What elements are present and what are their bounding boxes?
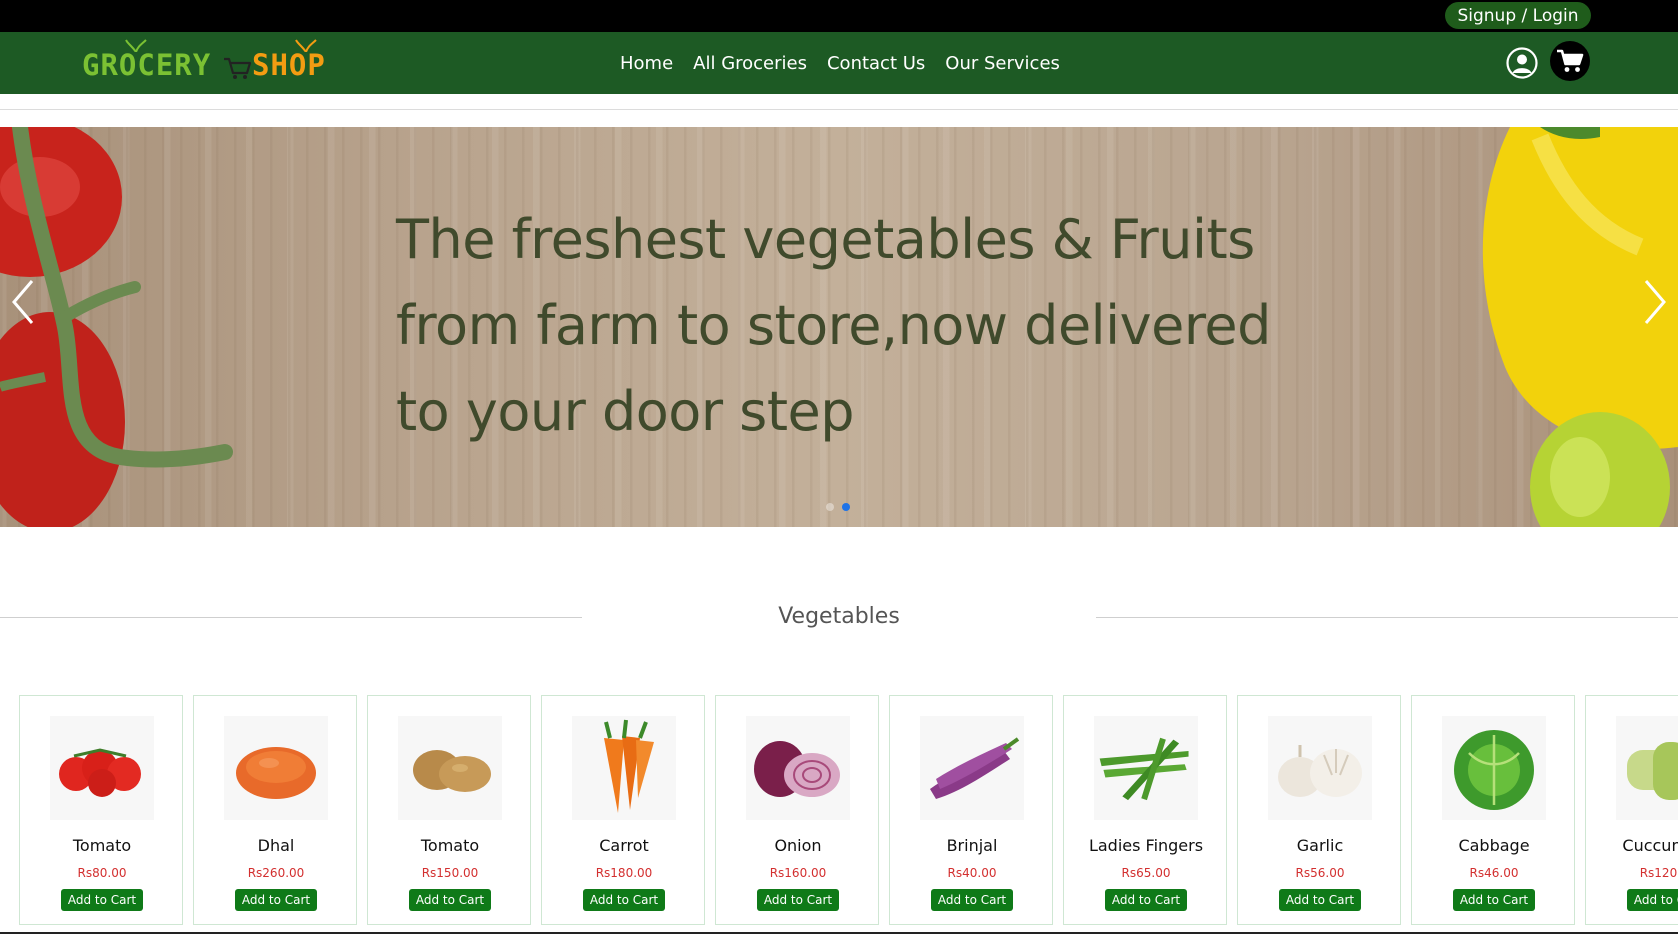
hero-line-1: The freshest vegetables & Fruits (396, 208, 1255, 271)
product-price: Rs80.00 (77, 866, 127, 880)
product-card[interactable]: Dhal Rs260.00 Add to Cart (193, 695, 357, 925)
hero-line-3: to your door step (396, 380, 855, 443)
user-circle-icon[interactable] (1506, 47, 1538, 79)
signup-login-button[interactable]: Signup / Login (1445, 2, 1591, 29)
okra-icon (1094, 716, 1198, 820)
cabbage-icon (1442, 716, 1546, 820)
onion-icon (746, 716, 850, 820)
potato-icon (398, 716, 502, 820)
section-divider-left (0, 617, 582, 618)
product-name: Dhal (257, 836, 295, 855)
garlic-icon (1268, 716, 1372, 820)
product-name: Ladies Fingers (1088, 836, 1204, 855)
product-name: Cabbage (1458, 836, 1530, 855)
add-to-cart-button[interactable]: Add to Cart (61, 889, 143, 911)
carousel-prev-icon[interactable] (8, 277, 38, 327)
product-price: Rs40.00 (947, 866, 997, 880)
site-logo[interactable]: GROCERY SHOP (80, 38, 340, 88)
product-card[interactable]: Garlic Rs56.00 Add to Cart (1237, 695, 1401, 925)
add-to-cart-button[interactable]: Add to Cart (235, 889, 317, 911)
product-card[interactable]: Ladies Fingers Rs65.00 Add to Cart (1063, 695, 1227, 925)
product-price: Rs260.00 (247, 866, 305, 880)
nav-home[interactable]: Home (620, 53, 673, 74)
add-to-cart-button[interactable]: Add to Cart (757, 889, 839, 911)
product-price: Rs46.00 (1469, 866, 1519, 880)
nav-contact-us[interactable]: Contact Us (827, 53, 925, 74)
product-name: Cuccumber (1622, 836, 1678, 855)
product-name: Garlic (1296, 836, 1344, 855)
logo-cart-icon (224, 57, 252, 79)
product-card[interactable]: Cuccumber Rs120.00 Add to Cart (1585, 695, 1678, 925)
shopping-cart-icon (1557, 49, 1584, 72)
hero-line-2: from farm to store,now delivered (396, 294, 1271, 357)
cart-button[interactable] (1550, 41, 1590, 81)
logo-text-grocery: GROCERY (82, 48, 212, 82)
hero-carousel: The freshest vegetables & Fruits from fa… (0, 127, 1678, 527)
section-title: Vegetables (778, 604, 900, 629)
product-card[interactable]: Brinjal Rs40.00 Add to Cart (889, 695, 1053, 925)
tomato-icon (50, 716, 154, 820)
product-name: Tomato (72, 836, 132, 855)
add-to-cart-button[interactable]: Add to Cart (1105, 889, 1187, 911)
add-to-cart-button[interactable]: Add to Cart (409, 889, 491, 911)
section-divider-right (1096, 617, 1678, 618)
product-card[interactable]: Carrot Rs180.00 Add to Cart (541, 695, 705, 925)
add-to-cart-button[interactable]: Add to Cart (931, 889, 1013, 911)
logo-leaf-icon (125, 39, 147, 52)
add-to-cart-button[interactable]: Add to Cart (1453, 889, 1535, 911)
nav-all-groceries[interactable]: All Groceries (693, 53, 807, 74)
logo-leaf-icon (295, 39, 317, 52)
product-price: Rs56.00 (1295, 866, 1345, 880)
carousel-next-icon[interactable] (1640, 277, 1670, 327)
product-price: Rs150.00 (421, 866, 479, 880)
nav-our-services[interactable]: Our Services (945, 53, 1060, 74)
logo-text-shop: SHOP (252, 48, 326, 82)
product-name: Tomato (420, 836, 480, 855)
product-name: Brinjal (946, 836, 998, 855)
add-to-cart-button[interactable]: Add to Cart (1627, 889, 1678, 911)
header-divider (0, 109, 1678, 110)
product-name: Carrot (599, 836, 649, 855)
carousel-dot[interactable] (826, 503, 834, 511)
main-navbar: GROCERY SHOP Home All Groceries Contact … (0, 32, 1678, 94)
product-list: Tomato Rs80.00 Add to Cart Dhal Rs260.00… (19, 695, 1678, 925)
hero-headline: The freshest vegetables & Fruits from fa… (396, 197, 1296, 455)
product-card[interactable]: Cabbage Rs46.00 Add to Cart (1411, 695, 1575, 925)
product-name: Onion (774, 836, 822, 855)
carousel-dot-active[interactable] (842, 503, 850, 511)
product-card[interactable]: Tomato Rs150.00 Add to Cart (367, 695, 531, 925)
nav-menu: Home All Groceries Contact Us Our Servic… (620, 32, 1060, 94)
carousel-indicators (826, 503, 850, 511)
lentils-icon (224, 716, 328, 820)
carrot-icon (572, 716, 676, 820)
top-bar: Signup / Login (0, 0, 1678, 32)
product-price: Rs120.00 (1639, 866, 1678, 880)
add-to-cart-button[interactable]: Add to Cart (583, 889, 665, 911)
cucumber-icon (1616, 716, 1678, 820)
product-price: Rs160.00 (769, 866, 827, 880)
product-card[interactable]: Onion Rs160.00 Add to Cart (715, 695, 879, 925)
add-to-cart-button[interactable]: Add to Cart (1279, 889, 1361, 911)
product-price: Rs180.00 (595, 866, 653, 880)
product-price: Rs65.00 (1121, 866, 1171, 880)
eggplant-icon (920, 716, 1024, 820)
product-card[interactable]: Tomato Rs80.00 Add to Cart (19, 695, 183, 925)
